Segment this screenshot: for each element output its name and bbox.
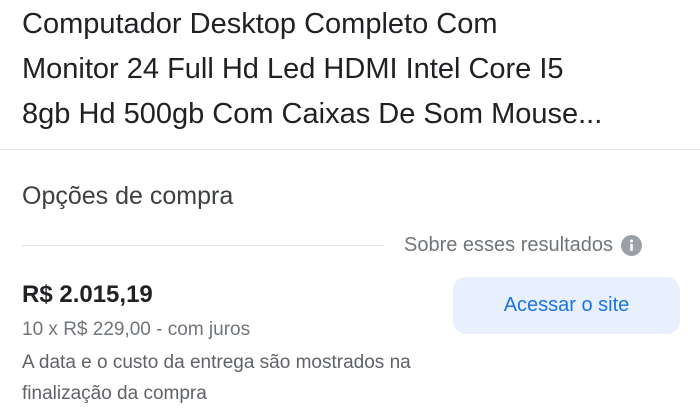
about-results-link[interactable]: Sobre esses resultados [404, 231, 643, 259]
shopping-result-page: Computador Desktop Completo Com Monitor … [0, 0, 700, 410]
installment-info: 10 x R$ 229,00 - com juros [22, 319, 251, 340]
purchase-options-heading: Opções de compra [22, 182, 234, 210]
about-results-label: Sobre esses resultados [404, 234, 614, 256]
product-title-line-3: 8gb Hd 500gb Com Caixas De Som Mouse... [22, 98, 603, 130]
results-divider [22, 245, 384, 246]
section-divider [0, 149, 700, 150]
offer-price: R$ 2.015,19 [22, 281, 153, 308]
visit-site-button[interactable]: Acessar o site [453, 277, 680, 334]
product-title-line-2: Monitor 24 Full Hd Led HDMI Intel Core I… [22, 53, 564, 85]
product-title[interactable]: Computador Desktop Completo Com Monitor … [22, 2, 682, 137]
info-icon [621, 234, 643, 256]
delivery-note: A data e o custo da entrega são mostrado… [22, 352, 411, 404]
product-title-line-1: Computador Desktop Completo Com [22, 8, 498, 40]
